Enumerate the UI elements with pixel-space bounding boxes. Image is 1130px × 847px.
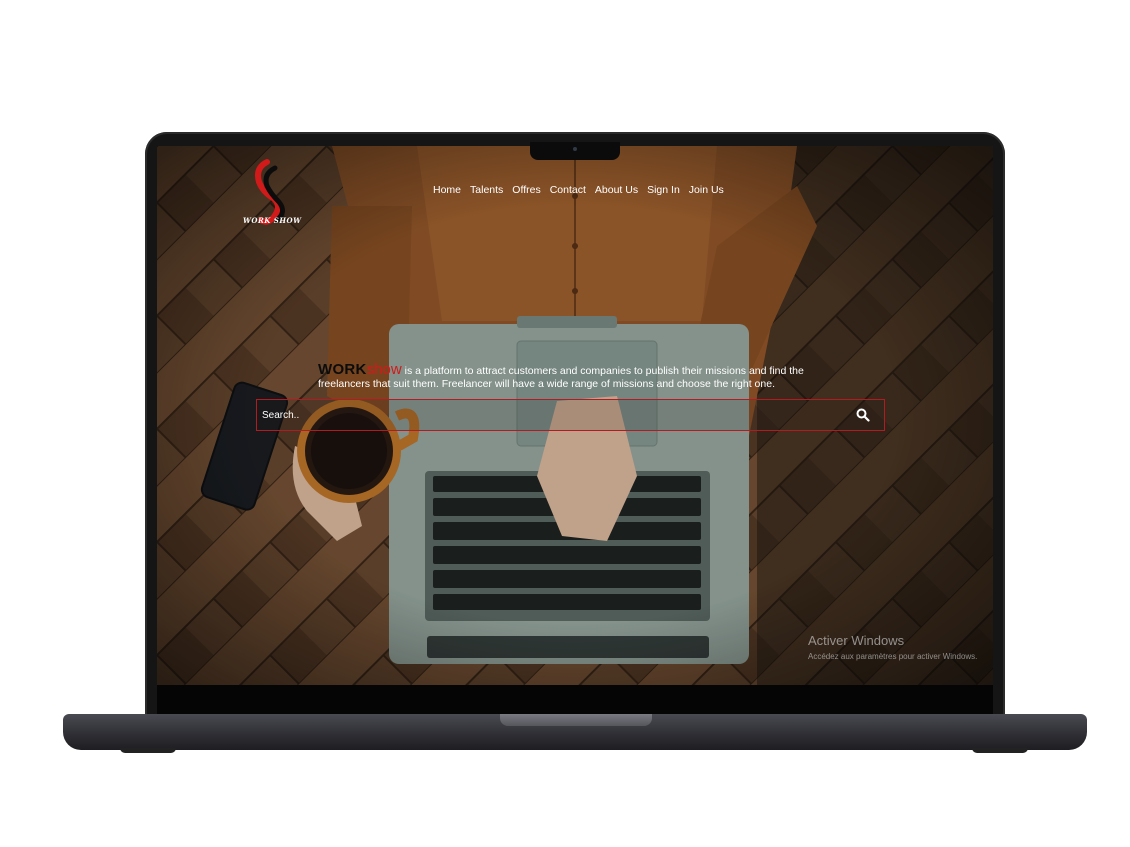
nav-offres[interactable]: Offres (512, 184, 540, 196)
lid-opening-notch (500, 714, 652, 726)
browser-screen: WORK SHOW Home Talents Offres Contact Ab… (157, 146, 993, 685)
brand-work: WORK (318, 361, 367, 378)
nav-talents[interactable]: Talents (470, 184, 503, 196)
nav-join-us[interactable]: Join Us (689, 184, 724, 196)
laptop-foot-right (972, 748, 1028, 753)
nav-sign-in[interactable]: Sign In (647, 184, 680, 196)
search-input[interactable] (257, 400, 847, 430)
main-nav: Home Talents Offres Contact About Us Sig… (433, 184, 724, 196)
camera-notch (530, 142, 620, 160)
logo-text: WORK SHOW (243, 216, 302, 225)
windows-activation-watermark: Activer Windows Accédez aux paramètres p… (808, 633, 977, 661)
watermark-title: Activer Windows (808, 633, 905, 648)
nav-home[interactable]: Home (433, 184, 461, 196)
laptop-mockup: WORK SHOW Home Talents Offres Contact Ab… (0, 0, 1130, 847)
laptop-base (63, 714, 1087, 750)
search-icon[interactable] (856, 408, 870, 422)
camera-icon (573, 147, 577, 151)
nav-contact[interactable]: Contact (550, 184, 586, 196)
nav-about-us[interactable]: About Us (595, 184, 638, 196)
hero-tagline: WORKshow is a platform to attract custom… (318, 361, 838, 391)
screen-bezel-bottom (157, 685, 993, 716)
laptop-foot-left (120, 748, 176, 753)
watermark-subtitle: Accédez aux paramètres pour activer Wind… (808, 652, 978, 661)
laptop-lid: WORK SHOW Home Talents Offres Contact Ab… (145, 132, 1005, 716)
brand-show: show (366, 361, 402, 378)
search-bar (256, 399, 885, 431)
